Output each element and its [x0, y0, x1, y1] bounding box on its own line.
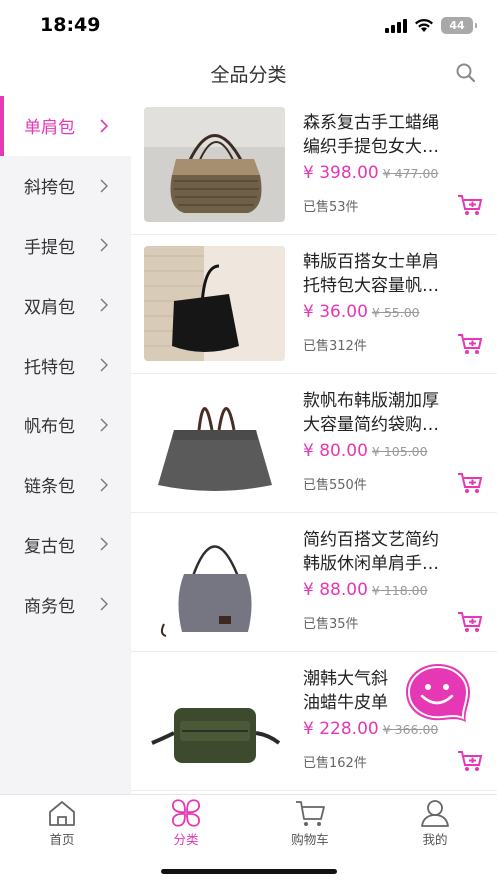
add-to-cart-icon[interactable]	[457, 472, 483, 494]
sidebar-item-手提包[interactable]: 手提包	[0, 216, 131, 276]
add-to-cart-icon[interactable]	[457, 611, 483, 633]
chevron-right-icon	[100, 418, 108, 432]
tab-cart[interactable]: 购物车	[248, 799, 372, 848]
product-title-line: 编织手提包女大…	[303, 137, 439, 157]
product-original-price: ¥ 105.00	[371, 444, 428, 459]
wifi-icon	[415, 18, 433, 32]
sidebar-item-双肩包[interactable]: 双肩包	[0, 275, 131, 335]
nav-bar: 全品分类	[0, 50, 497, 96]
product-title-line: 大容量简约袋购…	[303, 415, 439, 435]
product-image	[144, 663, 285, 778]
product-title-line: 款帆布韩版潮加厚	[303, 391, 439, 411]
product-card[interactable]: 款帆布韩版潮加厚 大容量简约袋购… ¥ 80.00 ¥ 105.00 已售550件	[131, 374, 497, 513]
battery-level: 44	[449, 19, 465, 32]
sidebar-item-label: 单肩包	[24, 118, 75, 139]
product-title: 简约百搭文艺简约 韩版休闲单肩手…	[303, 528, 481, 576]
product-card[interactable]: 韩版百搭女士单肩 托特包大容量帆… ¥ 36.00 ¥ 55.00 已售312件	[131, 235, 497, 374]
sidebar-item-帆布包[interactable]: 帆布包	[0, 395, 131, 455]
home-icon	[49, 801, 75, 826]
product-sold-count: 已售53件	[303, 200, 359, 215]
sidebar-item-托特包[interactable]: 托特包	[0, 335, 131, 395]
chevron-right-icon	[100, 537, 108, 551]
home-indicator	[161, 869, 337, 874]
product-title-line: 森系复古手工蜡绳	[303, 113, 439, 133]
sidebar-item-label: 链条包	[24, 477, 75, 498]
tab-label: 购物车	[291, 832, 329, 847]
sidebar-item-label: 斜挎包	[24, 178, 75, 199]
chevron-right-icon	[100, 597, 108, 611]
chevron-right-icon	[100, 119, 109, 133]
product-title-line: 简约百搭文艺简约	[303, 530, 439, 550]
product-image	[144, 107, 285, 222]
product-title: 款帆布韩版潮加厚 大容量简约袋购…	[303, 389, 481, 437]
product-sold-count: 已售162件	[303, 756, 367, 771]
sidebar-item-label: 复古包	[24, 536, 75, 557]
product-title-line: 托特包大容量帆…	[303, 276, 439, 296]
chevron-right-icon	[100, 358, 108, 372]
sidebar-item-复古包[interactable]: 复古包	[0, 515, 131, 575]
product-sold-count: 已售35件	[303, 617, 359, 632]
tab-home[interactable]: 首页	[0, 799, 124, 848]
tab-label: 分类	[173, 832, 199, 847]
product-original-price: ¥ 366.00	[382, 722, 439, 737]
sidebar-item-label: 手提包	[24, 237, 75, 258]
status-bar: 18:49 44	[0, 0, 497, 50]
product-price-row: ¥ 398.00 ¥ 477.00	[303, 163, 438, 183]
add-to-cart-icon[interactable]	[457, 333, 483, 355]
product-original-price: ¥ 477.00	[382, 166, 439, 181]
status-icons: 44	[385, 17, 477, 34]
signal-icon	[385, 18, 407, 33]
tab-label: 我的	[422, 832, 448, 847]
tab-category[interactable]: 分类	[124, 799, 248, 848]
shopping-cart-icon	[296, 801, 325, 826]
add-to-cart-icon[interactable]	[457, 194, 483, 216]
chevron-right-icon	[100, 478, 108, 492]
sidebar-item-单肩包[interactable]: 单肩包	[0, 96, 131, 156]
product-price: ¥ 228.00	[303, 719, 379, 739]
tab-profile[interactable]: 我的	[373, 799, 497, 848]
battery-icon: 44	[441, 17, 477, 34]
category-icon	[171, 799, 201, 827]
sidebar-item-链条包[interactable]: 链条包	[0, 455, 131, 515]
sidebar-item-label: 商务包	[24, 596, 75, 617]
product-original-price: ¥ 55.00	[371, 305, 420, 320]
tab-label: 首页	[49, 832, 75, 847]
product-title-line: 韩版休闲单肩手…	[303, 554, 439, 574]
product-image	[144, 246, 285, 361]
sidebar-item-商务包[interactable]: 商务包	[0, 574, 131, 634]
product-card[interactable]: 森系复古手工蜡绳 编织手提包女大… ¥ 398.00 ¥ 477.00 已售53件	[131, 96, 497, 235]
sidebar-item-label: 托特包	[24, 357, 75, 378]
chevron-right-icon	[100, 179, 108, 193]
sidebar-item-斜挎包[interactable]: 斜挎包	[0, 156, 131, 216]
product-sold-count: 已售312件	[303, 339, 367, 354]
product-price-row: ¥ 80.00 ¥ 105.00	[303, 441, 428, 461]
product-price: ¥ 80.00	[303, 441, 368, 461]
category-sidebar: 单肩包 斜挎包 手提包 双肩包 托特包 帆布包 链条包 复古包 商务包	[0, 96, 131, 794]
product-price: ¥ 36.00	[303, 302, 368, 322]
customer-service-smiley-icon[interactable]	[404, 662, 472, 724]
sidebar-item-label: 帆布包	[24, 417, 75, 438]
product-price-row: ¥ 36.00 ¥ 55.00	[303, 302, 420, 322]
product-image	[144, 524, 285, 639]
product-sold-count: 已售550件	[303, 478, 367, 493]
product-card[interactable]: 简约百搭文艺简约 韩版休闲单肩手… ¥ 88.00 ¥ 118.00 已售35件	[131, 513, 497, 652]
product-title: 韩版百搭女士单肩 托特包大容量帆…	[303, 250, 481, 298]
search-icon[interactable]	[455, 62, 477, 84]
status-time: 18:49	[40, 14, 101, 36]
product-price-row: ¥ 88.00 ¥ 118.00	[303, 580, 428, 600]
product-title: 森系复古手工蜡绳 编织手提包女大…	[303, 111, 481, 159]
product-image	[144, 385, 285, 500]
product-price: ¥ 88.00	[303, 580, 368, 600]
product-price: ¥ 398.00	[303, 163, 379, 183]
add-to-cart-icon[interactable]	[457, 750, 483, 772]
product-title-line: 韩版百搭女士单肩	[303, 252, 439, 272]
sidebar-item-label: 双肩包	[24, 297, 75, 318]
product-original-price: ¥ 118.00	[371, 583, 428, 598]
user-icon	[421, 800, 449, 827]
page-title: 全品分类	[210, 64, 287, 86]
chevron-right-icon	[100, 238, 108, 252]
chevron-right-icon	[100, 298, 108, 312]
